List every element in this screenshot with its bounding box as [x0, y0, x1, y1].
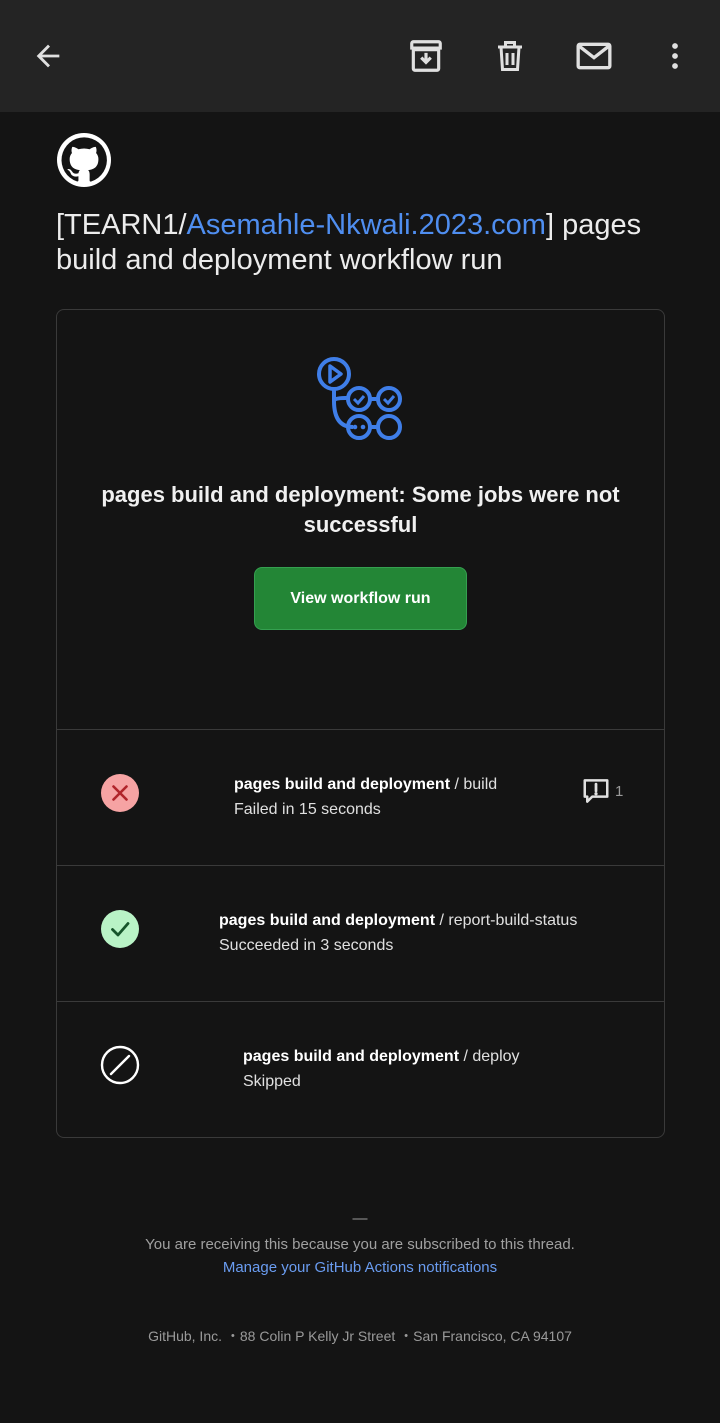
job-text: pages build and deployment / report-buil… — [219, 908, 577, 958]
actions-workflow-icon — [317, 357, 402, 440]
x-circle-icon — [101, 774, 139, 812]
trash-icon — [498, 41, 522, 71]
job-workflow-name: pages build and deployment — [243, 1048, 460, 1065]
annotation-count-value: 1 — [615, 782, 624, 800]
job-status: Failed in 15 seconds — [234, 801, 381, 818]
job-status: Skipped — [243, 1073, 301, 1090]
job-separator: / — [459, 1048, 473, 1065]
annotation-count[interactable]: 1 — [581, 776, 623, 806]
mark-unread-button[interactable] — [566, 28, 622, 84]
subscription-notice: You are receiving this because you are s… — [145, 1236, 575, 1253]
job-text: pages build and deployment / deploy Skip… — [243, 1044, 520, 1094]
workflow-card: pages build and deployment: Some jobs we… — [56, 309, 665, 1138]
delete-button[interactable] — [482, 28, 538, 84]
job-workflow-name: pages build and deployment — [219, 912, 436, 929]
job-row-report-build-status[interactable]: pages build and deployment / report-buil… — [57, 865, 664, 1001]
job-workflow-name: pages build and deployment — [234, 776, 451, 793]
github-logo-icon — [57, 133, 111, 187]
arrow-back-icon — [36, 44, 60, 68]
email-subject: [TEARN1/Asemahle-Nkwali.2023.com] pages … — [56, 208, 666, 278]
top-app-bar — [0, 0, 720, 112]
workflow-status-title: pages build and deployment: Some jobs we… — [101, 482, 620, 537]
job-text: pages build and deployment / build Faile… — [234, 772, 497, 822]
view-workflow-run-button[interactable]: View workflow run — [254, 567, 467, 630]
job-separator: / — [450, 776, 464, 793]
archive-icon — [410, 40, 442, 72]
job-name[interactable]: build — [463, 776, 497, 793]
archive-button[interactable] — [398, 28, 454, 84]
job-status: Succeeded in 3 seconds — [219, 937, 394, 954]
footer-divider: — — [352, 1210, 368, 1227]
job-separator: / — [435, 912, 449, 929]
manage-notifications-link[interactable]: Manage your GitHub Actions notifications — [0, 1259, 720, 1276]
check-circle-icon — [101, 910, 139, 948]
repo-link[interactable]: Asemahle-Nkwali.2023.com — [187, 209, 546, 241]
skipped-icon — [100, 1045, 140, 1085]
email-body: [TEARN1/Asemahle-Nkwali.2023.com] pages … — [0, 112, 720, 1423]
job-row-deploy[interactable]: pages build and deployment / deploy Skip… — [57, 1001, 664, 1137]
mail-icon — [576, 42, 612, 70]
subject-prefix: [TEARN1/ — [56, 209, 187, 241]
job-row-build[interactable]: pages build and deployment / build Faile… — [57, 729, 664, 865]
company-address: GitHub, Inc. ・88 Colin P Kelly Jr Street… — [148, 1328, 572, 1344]
job-name[interactable]: deploy — [472, 1048, 519, 1065]
more-options-button[interactable] — [647, 28, 703, 84]
alert-comment-icon — [583, 779, 609, 803]
back-button[interactable] — [20, 28, 76, 84]
job-name[interactable]: report-build-status — [448, 912, 577, 929]
more-vertical-icon — [672, 43, 678, 69]
